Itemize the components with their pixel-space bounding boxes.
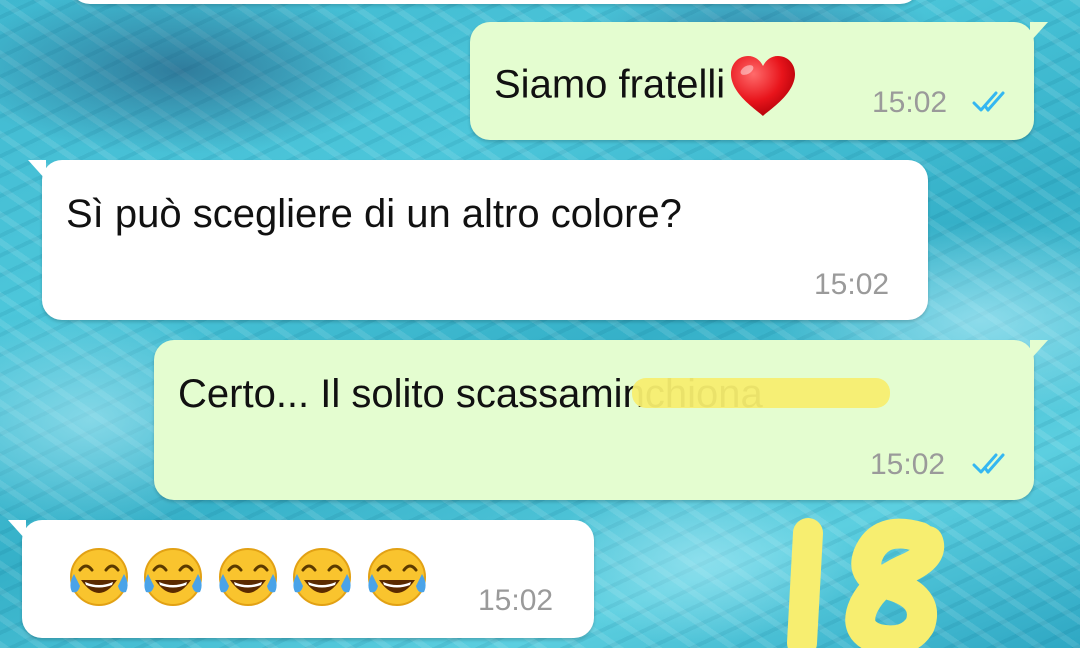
message-bubble-incoming-2[interactable]: 15:02 — [8, 520, 594, 638]
handwritten-18-scribble — [787, 518, 945, 648]
message-text: Sì può scegliere di un altro colore? — [66, 192, 682, 236]
previous-message-bubble[interactable] — [70, 0, 920, 4]
message-time: 15:02 — [870, 448, 946, 481]
highlighter-redaction — [632, 378, 890, 408]
message-time: 15:02 — [814, 268, 890, 301]
face-with-tears-of-joy-icon — [293, 548, 352, 606]
message-time: 15:02 — [872, 86, 948, 119]
face-with-tears-of-joy-icon — [70, 548, 128, 606]
bubble-tail — [1030, 340, 1048, 360]
face-with-tears-of-joy-icon — [144, 548, 203, 606]
message-time: 15:02 — [478, 584, 554, 617]
message-text: Siamo fratelli — [494, 54, 799, 120]
message-bubble-outgoing-1[interactable]: Siamo fratelli 15:02 — [470, 22, 1048, 140]
bubble-tail — [8, 520, 26, 540]
message-text-content: Siamo fratelli — [494, 62, 726, 107]
red-heart-icon — [731, 56, 796, 116]
message-bubble-outgoing-2[interactable]: Certo... Il solito scassaminchiona 15:02 — [154, 340, 1048, 500]
bubble-tail — [28, 160, 46, 180]
emoji-row — [66, 544, 434, 610]
message-bubble-incoming-1[interactable]: Sì può scegliere di un altro colore? 15:… — [28, 160, 928, 320]
double-check-read-icon — [972, 91, 1005, 112]
double-check-read-icon — [972, 453, 1005, 474]
face-with-tears-of-joy-icon — [367, 548, 426, 606]
bubble-tail — [1030, 22, 1048, 42]
face-with-tears-of-joy-icon — [218, 548, 277, 606]
